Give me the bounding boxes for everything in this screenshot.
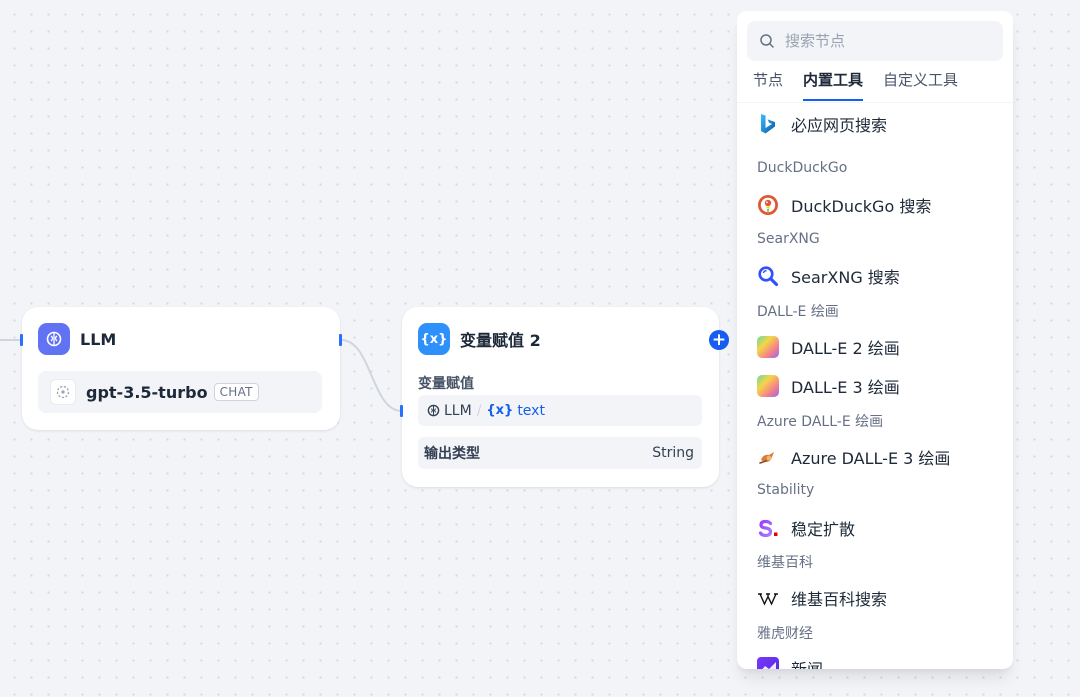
search-icon [760, 34, 774, 48]
output-type-value: String [652, 445, 694, 461]
search-input[interactable] [783, 31, 987, 51]
edge-llm-to-assign [340, 339, 403, 412]
tool-item-news[interactable]: 新闻 [745, 652, 1005, 669]
assign-section-label: 变量赋值 [418, 376, 474, 392]
tool-item-dalle-3[interactable]: DALL-E 3 绘画 [745, 370, 1005, 402]
model-mode-badge: CHAT [213, 383, 259, 401]
tool-label: DuckDuckGo 搜索 [791, 197, 932, 216]
variable-separator: / [476, 402, 482, 419]
tool-item-azure-dalle-3[interactable]: Azure DALL-E 3 绘画 [745, 441, 1005, 473]
group-label-wikipedia: 维基百科 [757, 555, 813, 571]
group-label-yahoo-finance: 雅虎财经 [757, 626, 813, 642]
tool-item-dalle-2[interactable]: DALL-E 2 绘画 [745, 331, 1005, 363]
tool-label: DALL-E 3 绘画 [791, 378, 900, 397]
tab-nodes[interactable]: 节点 [753, 69, 783, 101]
tab-custom-tools[interactable]: 自定义工具 [883, 69, 958, 101]
tool-item-duckduckgo-search[interactable]: DuckDuckGo 搜索 [745, 189, 1005, 221]
tool-label: 稳定扩散 [791, 520, 856, 539]
bing-icon [757, 113, 779, 135]
group-label-azure-dalle: Azure DALL-E 绘画 [757, 414, 884, 430]
variable-source-node: LLM [444, 402, 472, 419]
variable-assigner-node[interactable]: {x} 变量赋值 2 变量赋值 LLM / {x} text 输出类型 Stri… [400, 307, 719, 487]
llm-node-header: LLM [38, 323, 116, 355]
azure-dalle-icon [757, 446, 779, 468]
yahoo-finance-icon [757, 657, 779, 669]
assign-input-handle[interactable] [400, 405, 403, 417]
wikipedia-icon [757, 587, 779, 609]
llm-brain-icon [38, 323, 70, 355]
tab-builtin-tools[interactable]: 内置工具 [803, 69, 864, 101]
tool-label: SearXNG 搜索 [791, 268, 900, 287]
tool-label: 维基百科搜索 [791, 590, 888, 609]
group-label-duckduckgo: DuckDuckGo [757, 160, 848, 176]
model-provider-icon [50, 379, 76, 405]
duckduckgo-icon [757, 194, 779, 216]
llm-node[interactable]: LLM gpt-3.5-turbo CHAT [20, 307, 342, 430]
tool-item-stable-diffusion[interactable]: 稳定扩散 [745, 512, 1005, 544]
add-next-node-button[interactable]: + [709, 330, 729, 350]
searxng-icon [757, 265, 779, 287]
tool-item-bing-search[interactable]: 必应网页搜索 [745, 108, 1005, 140]
model-name: gpt-3.5-turbo [86, 382, 208, 402]
assign-node-title: 变量赋值 2 [460, 331, 541, 350]
variable-symbol-icon: {x} [486, 403, 514, 418]
assign-node-header: {x} 变量赋值 2 [418, 323, 541, 355]
variable-reference[interactable]: LLM / {x} text [418, 395, 702, 426]
tool-label: 新闻 [791, 656, 823, 669]
group-label-dalle: DALL-E 绘画 [757, 304, 839, 320]
group-label-searxng: SearXNG [757, 231, 820, 247]
tool-label: Azure DALL-E 3 绘画 [791, 449, 951, 468]
group-label-stability: Stability [757, 482, 815, 498]
variable-icon: {x} [418, 323, 450, 355]
block-selector-panel: 节点 内置工具 自定义工具 必应网页搜索 DuckDuckGo [737, 11, 1013, 669]
panel-tabs: 节点 内置工具 自定义工具 [753, 69, 978, 101]
output-type-label: 输出类型 [424, 446, 480, 462]
dalle-icon [757, 336, 779, 358]
tool-item-wikipedia-search[interactable]: 维基百科搜索 [745, 582, 1005, 614]
llm-node-title: LLM [80, 329, 117, 349]
llm-output-handle[interactable] [339, 334, 342, 346]
stability-icon [757, 517, 779, 539]
dalle-icon [757, 375, 779, 397]
model-selector[interactable]: gpt-3.5-turbo CHAT [38, 371, 322, 413]
tool-item-searxng-search[interactable]: SearXNG 搜索 [745, 260, 1005, 292]
output-type-row: 输出类型 String [418, 437, 702, 469]
llm-small-icon [426, 404, 440, 418]
tool-label: 必应网页搜索 [791, 116, 888, 135]
tabs-divider [737, 102, 1013, 103]
tool-label: DALL-E 2 绘画 [791, 339, 900, 358]
variable-name: text [517, 402, 545, 419]
llm-input-handle[interactable] [20, 334, 23, 346]
search-box[interactable] [747, 21, 1003, 61]
